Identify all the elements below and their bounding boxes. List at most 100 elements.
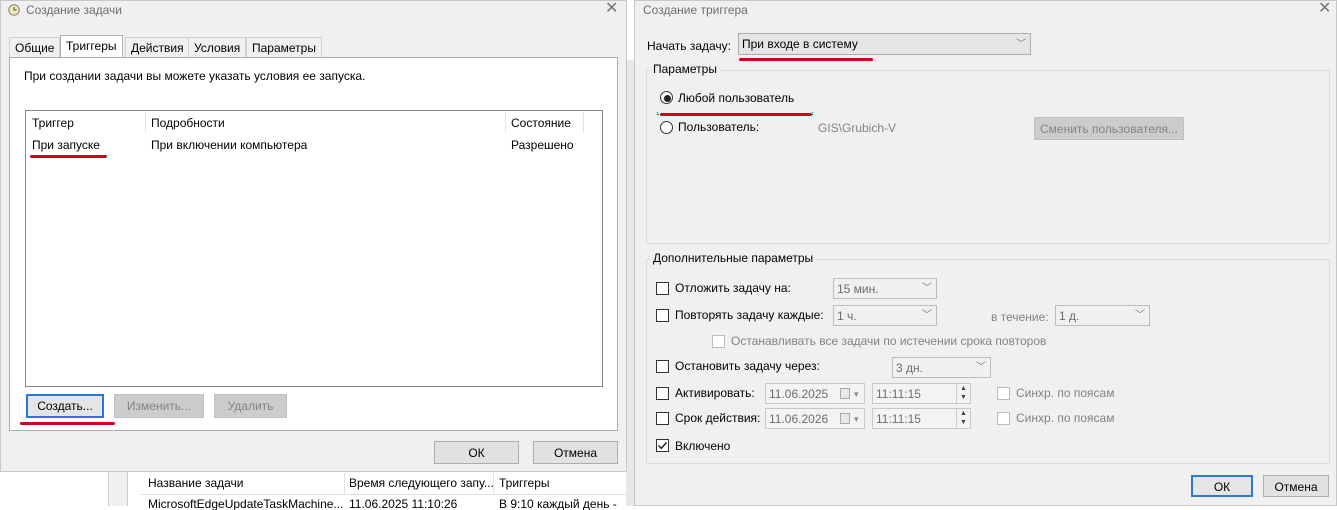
sync-timezone-checkbox-1[interactable] bbox=[997, 387, 1010, 400]
activate-date-field[interactable]: 11.06.2025 ▾ bbox=[765, 383, 865, 404]
cancel-button[interactable]: Отмена bbox=[533, 441, 618, 464]
close-icon[interactable]: ✕ bbox=[1318, 1, 1331, 17]
list-header: Триггер Подробности Состояние bbox=[26, 111, 602, 133]
delay-label[interactable]: Отложить задачу на: bbox=[675, 281, 791, 295]
spin-icon[interactable]: ▲ ▼ bbox=[956, 409, 970, 428]
create-trigger-dialog: Создание триггера ✕ Начать задачу: При в… bbox=[634, 0, 1337, 506]
row-details: При включении компьютера bbox=[151, 138, 308, 152]
chevron-down-icon: ▾ bbox=[854, 414, 859, 424]
cancel-button[interactable]: Отмена bbox=[1263, 475, 1329, 497]
user-label[interactable]: Пользователь: bbox=[678, 120, 759, 134]
row-trigger: При запуске bbox=[32, 138, 100, 152]
clock-icon bbox=[8, 4, 20, 16]
bg-col-triggers: Триггеры bbox=[499, 476, 550, 490]
chevron-down-icon: ﹀ bbox=[1135, 310, 1145, 321]
user-value: GIS\Grubich-V bbox=[818, 121, 897, 135]
activate-checkbox[interactable] bbox=[656, 387, 669, 400]
parameters-group-label: Параметры bbox=[650, 62, 720, 76]
repeat-value: 1 ч. bbox=[837, 309, 857, 323]
background-strip-right bbox=[626, 60, 634, 506]
tab-actions[interactable]: Действия bbox=[125, 37, 190, 57]
activate-date-value: 11.06.2025 bbox=[769, 387, 829, 401]
calendar-icon bbox=[840, 413, 850, 424]
col-details[interactable]: Подробности bbox=[151, 116, 225, 130]
chevron-down-icon: ▾ bbox=[854, 389, 859, 399]
tab-triggers[interactable]: Триггеры bbox=[60, 35, 123, 57]
during-select[interactable]: 1 д. ﹀ bbox=[1055, 305, 1150, 326]
tab-bar: Общие Триггеры Действия Условия Параметр… bbox=[9, 35, 429, 58]
stop-after-select[interactable]: 3 дн. ﹀ bbox=[892, 357, 991, 378]
background-table-row[interactable]: MicrosoftEdgeUpdateTaskMachine... 11.06.… bbox=[140, 496, 630, 510]
create-task-dialog: Создание задачи ✕ Общие Триггеры Действи… bbox=[0, 0, 627, 472]
sync-timezone-label-2[interactable]: Синхр. по поясам bbox=[1016, 411, 1114, 425]
ok-button[interactable]: ОК bbox=[1191, 475, 1253, 497]
annotation-underline bbox=[20, 422, 115, 425]
advanced-group-label: Дополнительные параметры bbox=[650, 251, 817, 265]
expire-label[interactable]: Срок действия: bbox=[675, 411, 760, 425]
col-trigger[interactable]: Триггер bbox=[32, 116, 74, 130]
chevron-down-icon: ﹀ bbox=[976, 362, 986, 373]
bg-col-name: Название задачи bbox=[148, 476, 244, 490]
chevron-down-icon: ﹀ bbox=[922, 283, 932, 294]
edit-button[interactable]: Изменить... bbox=[114, 394, 204, 418]
bg-col-next: Время следующего запу... bbox=[349, 476, 494, 490]
create-button[interactable]: Создать... bbox=[26, 394, 104, 418]
col-state[interactable]: Состояние bbox=[511, 116, 571, 130]
spin-icon[interactable]: ▲ ▼ bbox=[956, 384, 970, 403]
enabled-checkbox[interactable] bbox=[656, 439, 669, 452]
annotation-underline bbox=[30, 155, 107, 158]
bg-cell-triggers: В 9:10 каждый день - Ч... bbox=[499, 497, 617, 510]
bg-cell-name: MicrosoftEdgeUpdateTaskMachine... bbox=[148, 497, 344, 510]
stop-all-label[interactable]: Останавливать все задачи по истечении ср… bbox=[731, 334, 1046, 348]
enabled-label[interactable]: Включено bbox=[675, 439, 730, 453]
delete-button[interactable]: Удалить bbox=[214, 394, 287, 418]
during-label: в течение: bbox=[991, 310, 1049, 324]
during-value: 1 д. bbox=[1059, 309, 1080, 323]
calendar-icon bbox=[840, 388, 850, 399]
any-user-radio[interactable] bbox=[660, 91, 673, 104]
bg-cell-next: 11.06.2025 11:10:26 bbox=[349, 497, 458, 510]
annotation-underline bbox=[660, 113, 812, 116]
delay-checkbox[interactable] bbox=[656, 282, 669, 295]
chevron-down-icon: ﹀ bbox=[922, 310, 932, 321]
expire-time-value: 11:11:15 bbox=[876, 412, 921, 426]
stop-after-value: 3 дн. bbox=[896, 361, 923, 375]
start-task-select[interactable]: При входе в систему ﹀ bbox=[738, 33, 1031, 55]
tab-general[interactable]: Общие bbox=[9, 37, 61, 57]
checkmark-icon bbox=[657, 441, 668, 450]
activate-time-field[interactable]: 11:11:15 ▲ ▼ bbox=[872, 383, 971, 404]
background-table-header: Название задачи Время следующего запу...… bbox=[140, 473, 630, 495]
stop-after-label[interactable]: Остановить задачу через: bbox=[675, 359, 820, 373]
delay-select[interactable]: 15 мин. ﹀ bbox=[833, 278, 937, 299]
expire-date-field[interactable]: 11.06.2026 ▾ bbox=[765, 408, 865, 429]
activate-time-value: 11:11:15 bbox=[876, 387, 921, 401]
start-task-value: При входе в систему bbox=[742, 37, 858, 51]
dialog-title: Создание триггера bbox=[643, 3, 748, 17]
background-left-strip bbox=[108, 470, 128, 506]
repeat-checkbox[interactable] bbox=[656, 309, 669, 322]
tab-settings[interactable]: Параметры bbox=[246, 37, 322, 57]
sync-timezone-label-1[interactable]: Синхр. по поясам bbox=[1016, 386, 1114, 400]
repeat-select[interactable]: 1 ч. ﹀ bbox=[833, 305, 937, 326]
dialog-title: Создание задачи bbox=[26, 3, 122, 17]
user-radio[interactable] bbox=[660, 121, 673, 134]
ok-button[interactable]: ОК bbox=[434, 441, 519, 464]
table-row[interactable]: При запуске При включении компьютера Раз… bbox=[26, 135, 602, 153]
sync-timezone-checkbox-2[interactable] bbox=[997, 412, 1010, 425]
expire-time-field[interactable]: 11:11:15 ▲ ▼ bbox=[872, 408, 971, 429]
activate-label[interactable]: Активировать: bbox=[675, 386, 755, 400]
change-user-button[interactable]: Сменить пользователя... bbox=[1034, 117, 1184, 140]
delay-value: 15 мин. bbox=[837, 282, 879, 296]
annotation-underline bbox=[739, 58, 873, 61]
any-user-label[interactable]: Любой пользователь bbox=[678, 91, 794, 105]
repeat-label[interactable]: Повторять задачу каждые: bbox=[675, 308, 824, 322]
expire-checkbox[interactable] bbox=[656, 412, 669, 425]
tab-conditions[interactable]: Условия bbox=[188, 37, 247, 57]
stop-after-checkbox[interactable] bbox=[656, 360, 669, 373]
stop-all-checkbox[interactable] bbox=[712, 335, 725, 348]
start-task-label: Начать задачу: bbox=[647, 39, 731, 53]
close-icon[interactable]: ✕ bbox=[605, 1, 618, 17]
triggers-list[interactable]: Триггер Подробности Состояние При запуск… bbox=[25, 110, 603, 387]
row-state: Разрешено bbox=[511, 138, 574, 152]
description-text: При создании задачи вы можете указать ус… bbox=[24, 69, 366, 83]
